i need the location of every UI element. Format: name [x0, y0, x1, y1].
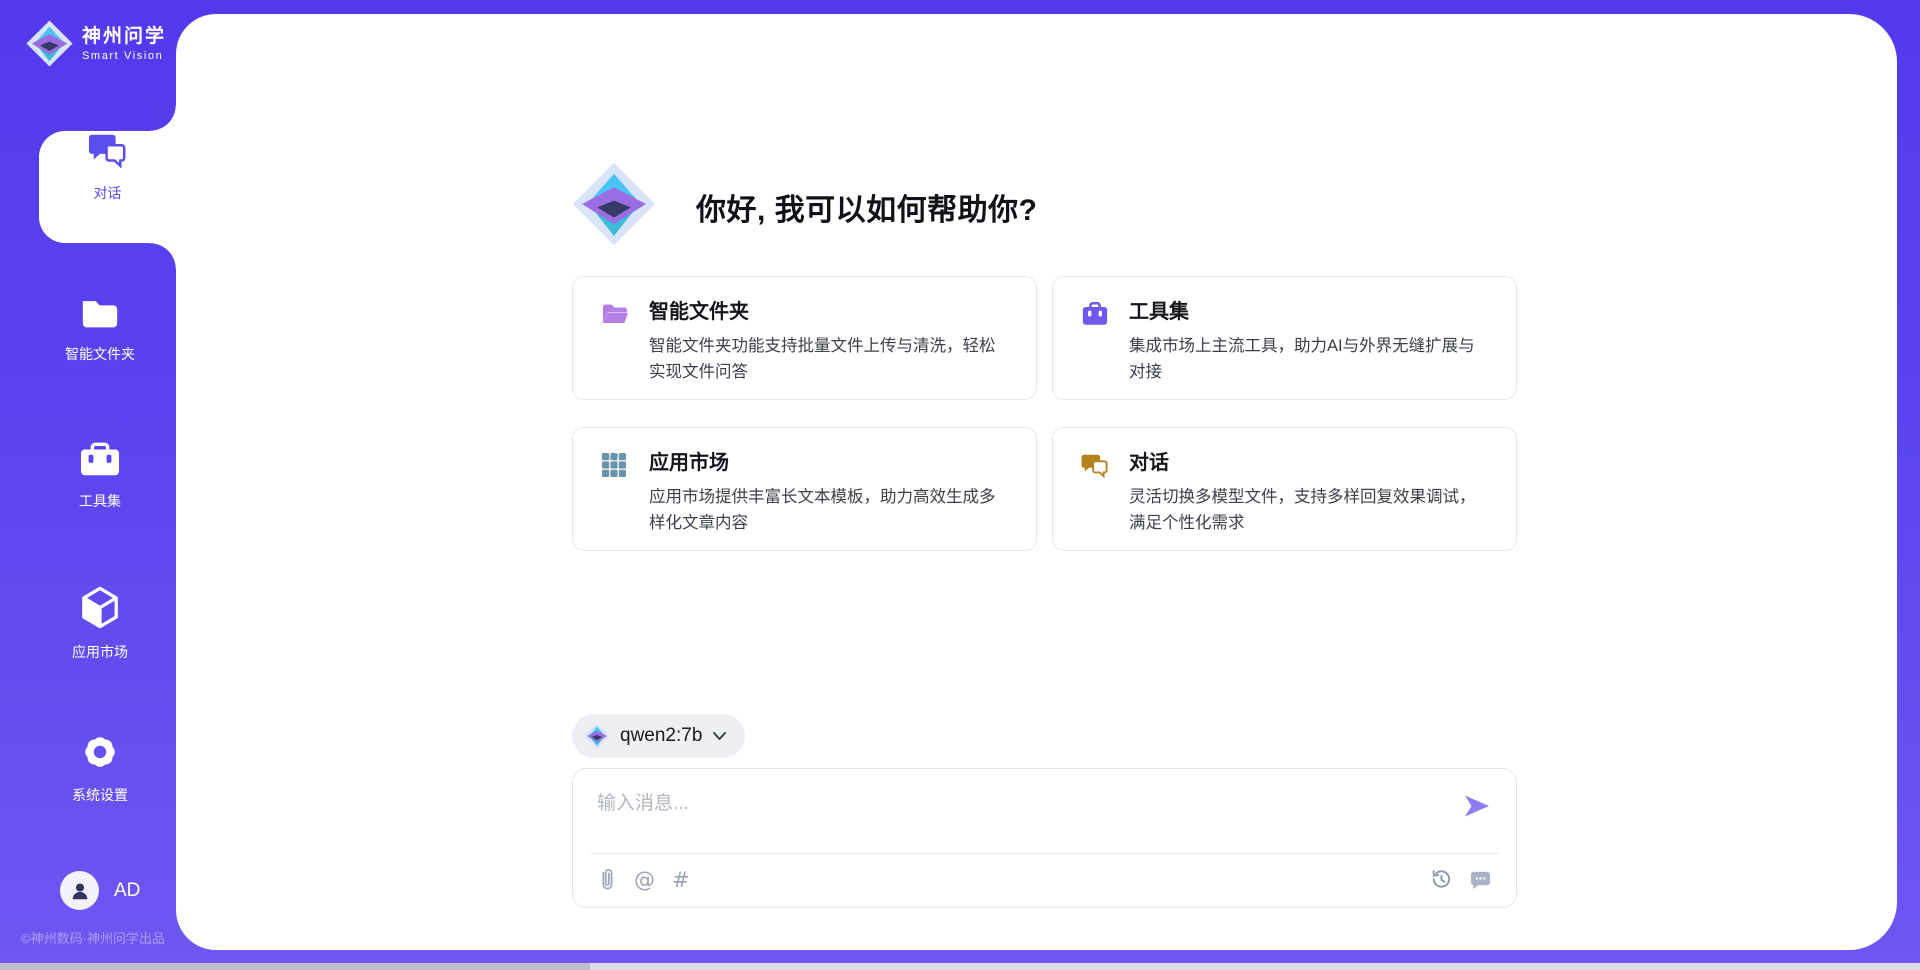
hash-icon[interactable]: #: [672, 868, 690, 892]
user-profile[interactable]: AD: [60, 871, 140, 910]
sidebar-footer-credit: ©神州数码·神州问学出品: [0, 928, 186, 947]
card-description: 智能文件夹功能支持批量文件上传与清洗，轻松实现文件问答: [649, 333, 1010, 385]
sidebar-item-label: 工具集: [22, 491, 178, 511]
chat-bubble-icon[interactable]: [1469, 869, 1492, 890]
feature-cards: 智能文件夹 智能文件夹功能支持批量文件上传与清洗，轻松实现文件问答 工具集 集成…: [572, 276, 1517, 551]
model-name: qwen2:7b: [620, 725, 702, 747]
folder-open-icon: [601, 299, 629, 399]
sidebar-item-label: 应用市场: [22, 642, 178, 662]
card-title: 智能文件夹: [649, 299, 1010, 325]
sidebar-item-smart-folder[interactable]: 智能文件夹: [22, 296, 178, 364]
composer-right-tools: [1429, 867, 1492, 891]
sidebar-item-label: 智能文件夹: [22, 344, 178, 364]
brand-subtitle: Smart Vision: [82, 49, 166, 63]
brand-name: 神州问学: [82, 25, 166, 49]
sidebar: 神州问学 Smart Vision 对话 智能文件夹: [0, 0, 176, 970]
chat-bubbles-icon: [87, 158, 129, 175]
cube-icon: [79, 585, 121, 635]
sidebar-item-label: 对话: [39, 183, 176, 203]
sidebar-item-toolset[interactable]: 工具集: [22, 441, 178, 511]
card-chat[interactable]: 对话 灵活切换多模型文件，支持多样回复效果调试，满足个性化需求: [1052, 427, 1517, 551]
app-grid-icon: [601, 450, 629, 550]
user-name: AD: [114, 880, 140, 902]
send-icon[interactable]: [1462, 791, 1492, 821]
card-title: 对话: [1129, 450, 1490, 476]
card-description: 应用市场提供丰富长文本模板，助力高效生成多样化文章内容: [649, 484, 1010, 536]
brand-diamond-logo-large: [572, 162, 656, 251]
card-toolset[interactable]: 工具集 集成市场上主流工具，助力AI与外界无缝扩展与对接: [1052, 276, 1517, 400]
brand-diamond-logo: [26, 20, 73, 67]
composer-divider: [590, 853, 1499, 854]
horizontal-scrollbar[interactable]: [0, 963, 1920, 970]
card-title: 应用市场: [649, 450, 1010, 476]
greeting-block: 你好, 我可以如何帮助你?: [572, 162, 1038, 251]
main-content-panel: 你好, 我可以如何帮助你? 智能文件夹 智能文件夹功能支持批量文件上传与清洗，轻…: [176, 14, 1897, 950]
model-selector[interactable]: qwen2:7b: [572, 714, 745, 758]
attachment-icon[interactable]: [597, 867, 617, 892]
card-title: 工具集: [1129, 299, 1490, 325]
greeting-title: 你好, 我可以如何帮助你?: [696, 185, 1038, 229]
horizontal-scrollbar-thumb[interactable]: [0, 963, 590, 970]
gear-icon: [79, 731, 121, 778]
folder-icon: [79, 296, 121, 337]
toolbox-icon: [78, 441, 122, 484]
active-tab-bottom-notch: [150, 243, 176, 269]
toolbox-icon: [1081, 299, 1109, 399]
brand-diamond-logo-small: [584, 723, 610, 749]
sidebar-item-settings[interactable]: 系统设置: [22, 731, 178, 805]
history-icon[interactable]: [1429, 867, 1453, 891]
composer-left-tools: @ #: [597, 867, 690, 892]
active-tab-top-notch: [150, 105, 176, 131]
at-mention-icon[interactable]: @: [634, 868, 655, 892]
message-composer: @ #: [572, 768, 1517, 908]
card-description: 灵活切换多模型文件，支持多样回复效果调试，满足个性化需求: [1129, 484, 1490, 536]
card-app-market[interactable]: 应用市场 应用市场提供丰富长文本模板，助力高效生成多样化文章内容: [572, 427, 1037, 551]
card-smart-folder[interactable]: 智能文件夹 智能文件夹功能支持批量文件上传与清洗，轻松实现文件问答: [572, 276, 1037, 400]
avatar: [60, 871, 99, 910]
message-input[interactable]: [597, 789, 1297, 819]
chevron-down-icon: [712, 731, 727, 741]
sidebar-item-label: 系统设置: [22, 785, 178, 805]
chat-bubbles-icon: [1081, 450, 1109, 550]
sidebar-item-chat[interactable]: 对话: [39, 131, 176, 243]
sidebar-item-app-market[interactable]: 应用市场: [22, 585, 178, 662]
brand-logo: 神州问学 Smart Vision: [26, 20, 166, 67]
card-description: 集成市场上主流工具，助力AI与外界无缝扩展与对接: [1129, 333, 1490, 385]
